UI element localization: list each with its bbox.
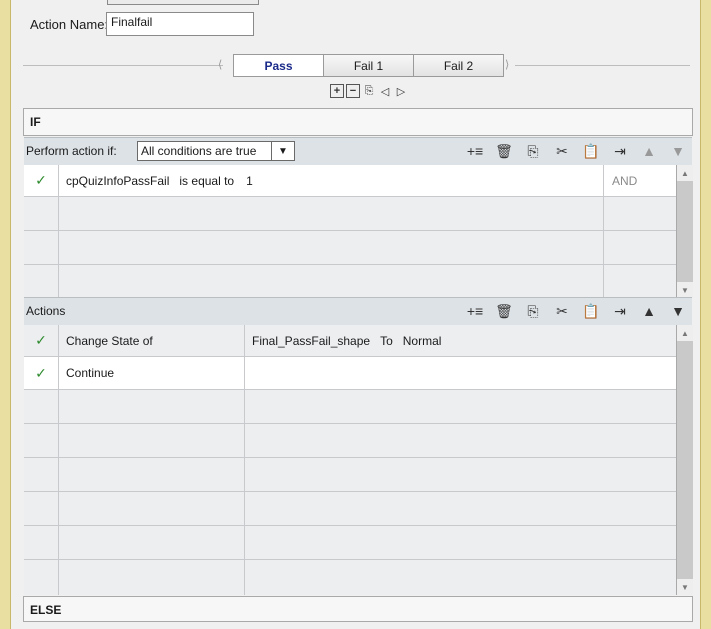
perform-action-label: Perform action if: bbox=[26, 144, 117, 158]
move-up-action-icon[interactable]: ▲ bbox=[639, 302, 659, 320]
check-icon[interactable]: ✓ bbox=[24, 357, 59, 389]
scroll-up-icon[interactable]: ▲ bbox=[677, 165, 693, 181]
scroll-up-icon[interactable]: ▲ bbox=[677, 325, 693, 341]
remove-tab-icon[interactable]: − bbox=[346, 84, 360, 98]
actions-toolbar: Actions +≡ 🗑 ⎘ ✂ 📋 ⇥ ▲ ▼ bbox=[24, 297, 692, 325]
if-label: IF bbox=[30, 115, 41, 129]
table-row[interactable] bbox=[24, 265, 676, 298]
copy-condition-icon[interactable]: ⎘ bbox=[523, 142, 543, 160]
move-down-action-icon[interactable]: ▼ bbox=[668, 302, 688, 320]
table-row[interactable] bbox=[24, 424, 676, 458]
tab-toolbar: + − ⎘ ◁ ▷ bbox=[330, 84, 408, 98]
else-section-header[interactable]: ELSE bbox=[23, 596, 693, 622]
actions-grid: ✓ Change State of Final_PassFail_shape T… bbox=[24, 325, 676, 595]
paste-condition-icon[interactable]: 📋 bbox=[581, 142, 601, 160]
if-section-header: IF bbox=[23, 108, 693, 136]
window-frame-left bbox=[0, 0, 11, 629]
actions-scrollbar[interactable]: ▲ ▼ bbox=[676, 325, 693, 595]
table-row[interactable] bbox=[24, 492, 676, 526]
check-icon[interactable]: ✓ bbox=[24, 325, 59, 356]
action-type[interactable]: Change State of bbox=[59, 325, 245, 356]
actions-tool-icons: +≡ 🗑 ⎘ ✂ 📋 ⇥ ▲ ▼ bbox=[465, 302, 688, 320]
tab-right-cap: ⟩ bbox=[505, 59, 510, 71]
move-up-condition-icon[interactable]: ▲ bbox=[639, 142, 659, 160]
scroll-down-icon[interactable]: ▼ bbox=[677, 579, 693, 595]
window-frame-right bbox=[700, 0, 711, 629]
actions-label: Actions bbox=[26, 304, 66, 318]
condition-join[interactable]: AND bbox=[604, 165, 676, 196]
divider-right bbox=[515, 65, 690, 66]
add-condition-icon[interactable]: +≡ bbox=[465, 142, 485, 160]
chevron-down-icon[interactable]: ▼ bbox=[271, 142, 294, 160]
insert-condition-icon[interactable]: ⇥ bbox=[610, 142, 630, 160]
tab-left-cap: ⟨ bbox=[218, 59, 223, 71]
copy-action-icon[interactable]: ⎘ bbox=[523, 302, 543, 320]
table-row[interactable] bbox=[24, 526, 676, 560]
conditions-grid: ✓ cpQuizInfoPassFail is equal to 1 AND bbox=[24, 165, 676, 298]
scroll-down-icon[interactable]: ▼ bbox=[677, 282, 693, 298]
condition-expression[interactable]: cpQuizInfoPassFail is equal to 1 bbox=[59, 165, 604, 196]
insert-action-icon[interactable]: ⇥ bbox=[610, 302, 630, 320]
conditions-scrollbar[interactable]: ▲ ▼ bbox=[676, 165, 693, 298]
action-name-label: Action Name: bbox=[30, 17, 109, 32]
action-to-label: To bbox=[380, 333, 393, 348]
top-field-stub bbox=[107, 0, 259, 5]
decision-tabs: Pass Fail 1 Fail 2 bbox=[233, 54, 504, 77]
table-row[interactable] bbox=[24, 560, 676, 595]
table-row[interactable]: ✓ Continue bbox=[24, 357, 676, 390]
conditions-tool-icons: +≡ 🗑 ⎘ ✂ 📋 ⇥ ▲ ▼ bbox=[465, 142, 688, 160]
duplicate-tab-icon[interactable]: ⎘ bbox=[362, 84, 376, 98]
action-name-input[interactable]: Finalfail bbox=[106, 12, 254, 36]
action-type[interactable]: Continue bbox=[59, 357, 245, 389]
cut-action-icon[interactable]: ✂ bbox=[552, 302, 572, 320]
action-target: Final_PassFail_shape bbox=[252, 333, 371, 348]
check-icon[interactable]: ✓ bbox=[24, 165, 59, 196]
delete-action-icon[interactable]: 🗑 bbox=[494, 302, 514, 320]
tab-left-arrow-icon[interactable]: ◁ bbox=[378, 84, 392, 98]
add-action-icon[interactable]: +≡ bbox=[465, 302, 485, 320]
table-row[interactable] bbox=[24, 231, 676, 265]
table-row[interactable]: ✓ cpQuizInfoPassFail is equal to 1 AND bbox=[24, 165, 676, 197]
tab-fail-1[interactable]: Fail 1 bbox=[323, 54, 414, 77]
else-label: ELSE bbox=[30, 603, 62, 617]
table-row[interactable] bbox=[24, 458, 676, 492]
tab-fail-2[interactable]: Fail 2 bbox=[413, 54, 504, 77]
tab-pass[interactable]: Pass bbox=[233, 54, 324, 77]
tab-right-arrow-icon[interactable]: ▷ bbox=[394, 84, 408, 98]
condition-variable: cpQuizInfoPassFail bbox=[66, 173, 170, 188]
delete-condition-icon[interactable]: 🗑 bbox=[494, 142, 514, 160]
paste-action-icon[interactable]: 📋 bbox=[581, 302, 601, 320]
divider-left bbox=[23, 65, 223, 66]
condition-mode-value: All conditions are true bbox=[141, 144, 257, 158]
condition-operator: is equal to bbox=[179, 173, 235, 188]
action-params[interactable] bbox=[245, 357, 676, 389]
action-params[interactable]: Final_PassFail_shape To Normal bbox=[245, 325, 676, 356]
move-down-condition-icon[interactable]: ▼ bbox=[668, 142, 688, 160]
conditions-toolbar: Perform action if: All conditions are tr… bbox=[24, 137, 692, 165]
table-row[interactable]: ✓ Change State of Final_PassFail_shape T… bbox=[24, 325, 676, 357]
cut-condition-icon[interactable]: ✂ bbox=[552, 142, 572, 160]
condition-mode-select[interactable]: All conditions are true ▼ bbox=[137, 141, 295, 161]
action-state: Normal bbox=[402, 333, 442, 348]
table-row[interactable] bbox=[24, 390, 676, 424]
condition-value: 1 bbox=[246, 173, 253, 188]
table-row[interactable] bbox=[24, 197, 676, 231]
add-tab-icon[interactable]: + bbox=[330, 84, 344, 98]
